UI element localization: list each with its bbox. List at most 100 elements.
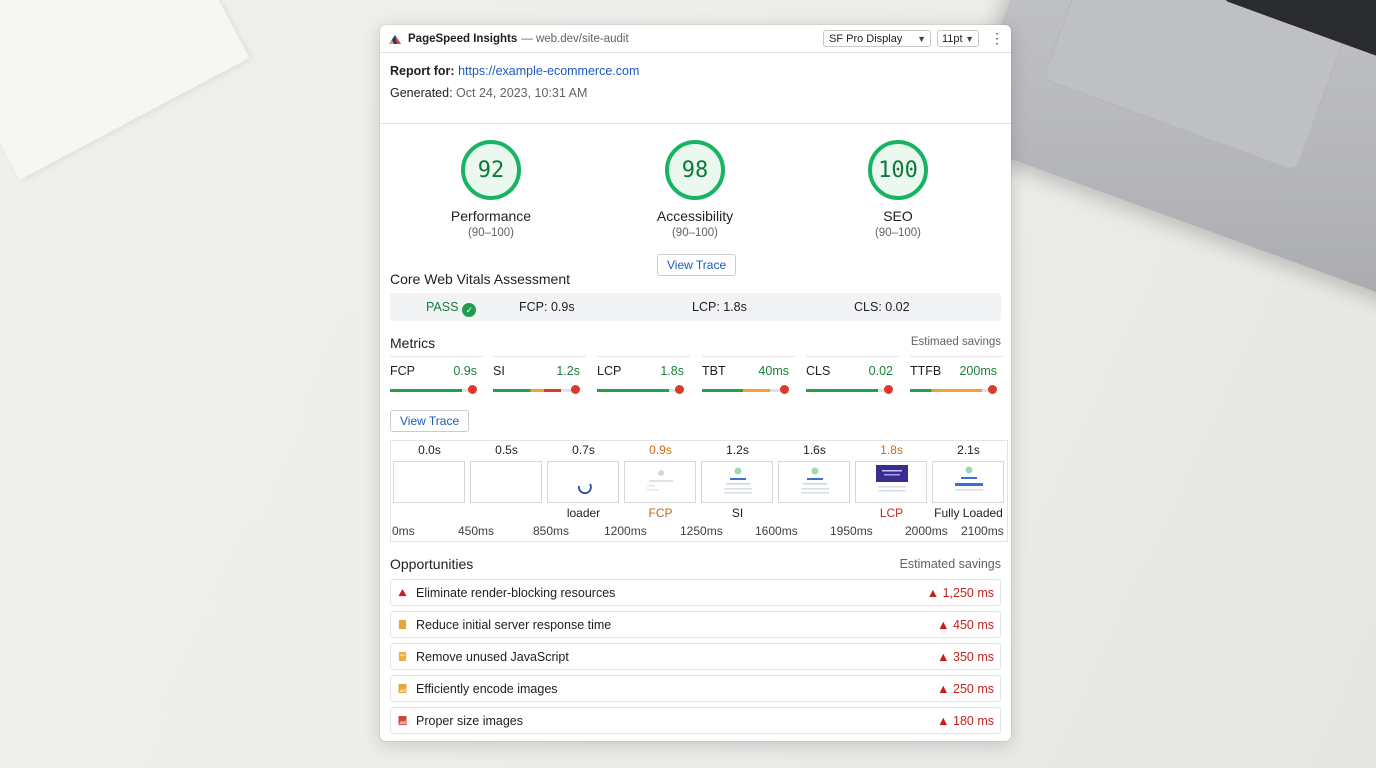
page-preview-icon [647,470,673,491]
metric-fill [702,389,770,392]
filmstrip-frame[interactable] [547,461,619,503]
chevron-down-icon: ▼ [917,34,926,44]
metric-ttfb: TTFB 200ms [910,356,1003,397]
cwv-title: Core Web Vitals Assessment [390,271,571,287]
opportunities-savings-label: Estimated savings [899,557,1001,571]
opportunity-savings: ▲ 1,250 ms [926,586,994,600]
filmstrip-frame[interactable] [624,461,696,503]
pagespeed-window: PageSpeed Insights — web.dev/site-audit … [380,25,1011,741]
ms-label: 850ms [533,524,570,538]
frame-time: 0.7s [572,443,595,457]
metric-fcp: FCP 0.9s [390,356,483,397]
opportunities-title: Opportunities [390,556,474,572]
cwv-lcp: LCP: 1.8s [692,300,747,314]
metric-status-icon [780,385,789,394]
metric-name: SI [493,364,505,378]
server-icon [398,620,407,629]
view-trace-button-secondary[interactable]: View Trace [390,410,470,432]
metric-status-icon [884,385,893,394]
opportunity-text: Proper size images [416,714,523,728]
metric-tbt: TBT 40ms [702,356,795,397]
metrics-savings-label: Estimaed savings [910,336,1001,348]
frame-time: 1.2s [726,443,749,457]
metric-value: 1.2s [556,364,580,378]
app-url: — web.dev/site-audit [521,32,629,45]
metric-track [390,389,470,392]
metrics-title: Metrics [390,335,436,351]
frame-time: 0.9s [649,443,672,457]
opportunity-row[interactable]: Efficiently encode images ▲ 250 ms [390,675,1001,702]
opportunity-text: Reduce initial server response time [416,618,612,632]
cwv-summary-bar: PASS ✓ FCP: 0.9s LCP: 1.8s CLS: 0.02 [390,293,1001,321]
frame-label: FCP [648,506,673,520]
cwv-cls: CLS: 0.02 [854,300,910,314]
filmstrip-frame[interactable] [393,461,465,503]
performance-label: Performance [450,208,532,224]
font-size-value: 11pt [942,33,963,45]
metric-cls: CLS 0.02 [806,356,899,397]
metric-status-icon [571,385,580,394]
metric-status-icon [675,385,684,394]
font-size-select[interactable]: 11pt ▼ [937,30,979,47]
opportunity-row[interactable]: Eliminate render-blocking resources ▲ 1,… [390,579,1001,606]
check-circle-icon: ✓ [462,303,477,317]
loader-spinner-icon [578,483,592,494]
resize-image-icon [398,716,407,725]
font-family-select[interactable]: SF Pro Display ▼ [823,30,931,47]
opportunity-text: Efficiently encode images [416,682,558,696]
accessibility-gauge: 98 Accessibility (90–100) [620,140,770,239]
opportunity-row[interactable]: Proper size images ▲ 180 ms [390,707,1001,734]
metric-track [493,389,573,392]
opportunity-row[interactable]: Reduce initial server response time ▲ 45… [390,611,1001,638]
frame-time: 0.5s [495,443,518,457]
warning-triangle-icon [398,588,407,597]
opportunity-text: Eliminate render-blocking resources [416,586,616,600]
metric-name: CLS [806,364,831,378]
generated-value: Oct 24, 2023, 10:31 AM [456,86,588,100]
accessibility-range: (90–100) [671,227,719,239]
chevron-down-icon: ▼ [965,34,974,44]
frame-time: 0.0s [418,443,441,457]
ms-label: 1250ms [680,524,723,538]
seo-label: SEO [883,208,913,224]
metric-track [910,389,990,392]
frame-label: LCP [879,506,904,520]
ms-label: 1950ms [830,524,873,538]
filmstrip-frame[interactable] [855,461,927,503]
frame-time: 2.1s [957,443,980,457]
cwv-status: PASS ✓ [426,300,477,317]
metric-value: 200ms [959,364,997,378]
report-info: Report for: https://example-ecommerce.co… [380,53,1011,124]
metric-name: TTFB [910,364,942,378]
page-preview-icon [724,467,752,494]
metric-status-icon [468,385,477,394]
more-options-icon[interactable]: ⋮ [990,30,1004,47]
ms-label: 1600ms [755,524,798,538]
metric-name: TBT [702,364,726,378]
frame-label: loader [566,506,601,520]
filmstrip-frame[interactable] [470,461,542,503]
metric-fill [597,389,669,392]
metric-track [806,389,886,392]
seo-range: (90–100) [874,227,922,239]
performance-gauge: 92 Performance (90–100) [416,140,566,239]
app-name: PageSpeed Insights [408,32,518,45]
cwv-fcp: FCP: 0.9s [519,300,575,314]
cwv-status-text: PASS [426,300,459,314]
report-url-link[interactable]: https://example-ecommerce.com [458,64,639,78]
opportunity-row[interactable]: Remove unused JavaScript ▲ 350 ms [390,643,1001,670]
filmstrip-frame[interactable] [932,461,1004,503]
metric-fill [806,389,878,392]
seo-gauge: 100 SEO (90–100) [823,140,973,239]
opportunity-savings: ▲ 250 ms [937,682,994,696]
filmstrip-frame[interactable] [778,461,850,503]
metric-si: SI 1.2s [493,356,586,397]
ms-label: 0ms [392,524,415,538]
ms-label: 450ms [458,524,495,538]
report-for-label: Report for: [390,64,455,78]
pagespeed-logo-icon [389,34,401,44]
accessibility-label: Accessibility [656,208,734,224]
frame-time: 1.6s [803,443,826,457]
filmstrip-frame[interactable] [701,461,773,503]
view-trace-button[interactable]: View Trace [657,254,737,276]
